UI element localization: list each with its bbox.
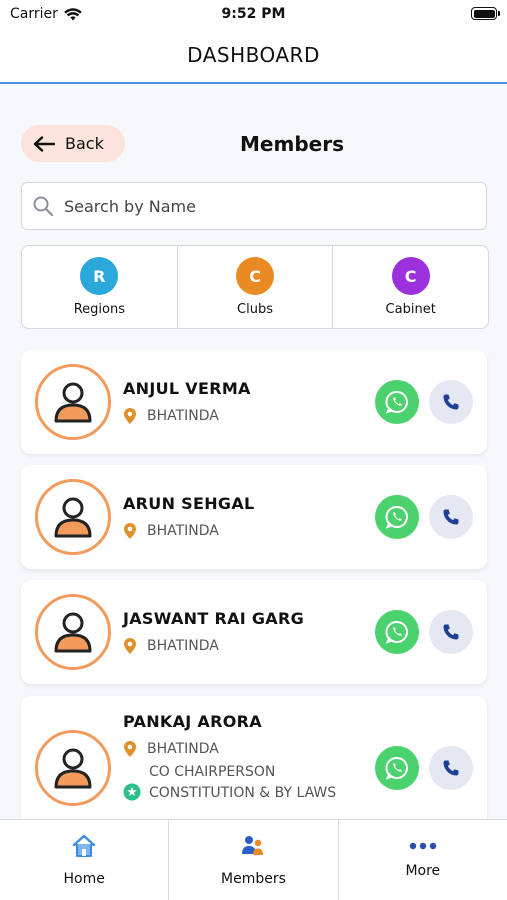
avatar [35, 479, 111, 555]
whatsapp-icon [385, 620, 408, 644]
nav-label-more: More [405, 863, 441, 879]
nav-label-members: Members [221, 871, 286, 887]
search-box[interactable] [21, 182, 487, 230]
category-label-cabinet: Cabinet [385, 302, 436, 317]
location-pin-icon [124, 741, 136, 757]
category-label-clubs: Clubs [237, 302, 273, 317]
member-location-text: BHATINDA [147, 741, 219, 757]
arrow-left-icon [33, 135, 55, 152]
member-location: BHATINDA [123, 637, 219, 655]
call-button[interactable] [429, 610, 473, 654]
member-card[interactable]: JASWANT RAI GARG BHATINDA [21, 580, 487, 684]
category-badge-regions: R [80, 257, 119, 295]
person-icon [54, 748, 92, 789]
whatsapp-button[interactable] [375, 495, 419, 539]
back-button[interactable]: Back [21, 125, 125, 162]
nav-label-home: Home [63, 871, 105, 887]
category-badge-cabinet: C [391, 257, 430, 295]
page-title: Members [240, 132, 344, 156]
back-label: Back [65, 134, 104, 153]
whatsapp-button[interactable] [375, 610, 419, 654]
member-location: BHATINDA [123, 407, 219, 425]
member-name: ANJUL VERMA [123, 379, 251, 398]
member-card[interactable]: ARUN SEHGAL BHATINDA [21, 465, 487, 569]
category-cabinet[interactable]: C Cabinet [333, 246, 488, 328]
phone-icon [443, 760, 459, 776]
sub-header: Back Members [0, 125, 507, 165]
category-label-regions: Regions [73, 302, 125, 317]
category-clubs[interactable]: C Clubs [178, 246, 334, 328]
whatsapp-icon [385, 505, 408, 529]
category-regions[interactable]: R Regions [22, 246, 178, 328]
nav-item-home[interactable]: Home [0, 820, 170, 900]
avatar [35, 594, 111, 670]
call-button[interactable] [429, 380, 473, 424]
phone-icon [443, 509, 459, 525]
home-icon [72, 834, 96, 857]
app-header: DASHBOARD [0, 28, 507, 84]
search-icon [33, 196, 54, 217]
member-location: BHATINDA [123, 522, 219, 540]
location-pin-icon [124, 523, 136, 539]
nav-item-more[interactable]: More [339, 820, 507, 900]
location-pin-icon [124, 638, 136, 654]
member-name: PANKAJ ARORA [123, 712, 262, 731]
whatsapp-icon [385, 390, 408, 414]
person-icon [54, 612, 92, 653]
location-pin-icon [124, 408, 136, 424]
member-location-text: BHATINDA [147, 523, 219, 539]
whatsapp-button[interactable] [375, 380, 419, 424]
call-button[interactable] [429, 746, 473, 790]
whatsapp-button[interactable] [375, 746, 419, 790]
member-card[interactable]: ANJUL VERMA BHATINDA [21, 350, 487, 454]
member-name: ARUN SEHGAL [123, 494, 255, 513]
battery-icon [471, 7, 500, 20]
avatar [35, 364, 111, 440]
avatar [35, 730, 111, 806]
call-button[interactable] [429, 495, 473, 539]
member-location-text: BHATINDA [147, 638, 219, 654]
search-input[interactable] [64, 196, 464, 216]
person-icon [54, 382, 92, 423]
member-role-text: CO CHAIRPERSON CONSTITUTION & BY LAWS [149, 764, 337, 801]
bottom-nav: Home Members More [0, 819, 507, 900]
member-location: BHATINDA [123, 740, 219, 758]
phone-icon [443, 624, 459, 640]
status-bar: Carrier 9:52 PM [0, 0, 507, 28]
phone-icon [443, 394, 459, 410]
member-role: CO CHAIRPERSON CONSTITUTION & BY LAWS [123, 762, 349, 804]
header-title: DASHBOARD [187, 43, 320, 67]
member-location-text: BHATINDA [147, 408, 219, 424]
member-name: JASWANT RAI GARG [123, 609, 305, 628]
more-dots-icon [409, 842, 437, 850]
person-icon [54, 497, 92, 538]
members-icon [242, 836, 264, 855]
status-time: 9:52 PM [221, 6, 286, 22]
star-badge-icon [123, 783, 141, 801]
nav-item-members[interactable]: Members [169, 820, 339, 900]
whatsapp-icon [385, 756, 408, 780]
category-badge-clubs: C [236, 257, 274, 295]
category-bar: R Regions C Clubs C Cabinet [21, 245, 489, 329]
